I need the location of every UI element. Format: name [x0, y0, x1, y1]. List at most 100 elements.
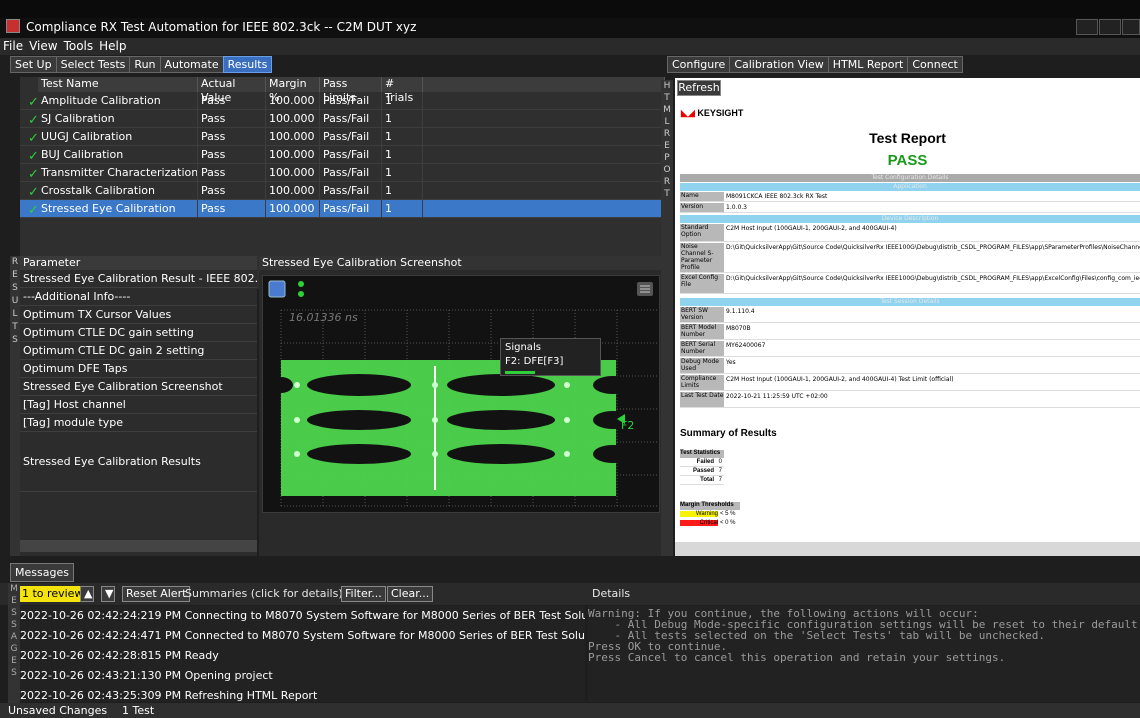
report-value: M8070B: [726, 325, 751, 332]
title-bar: Compliance RX Test Automation for IEEE 8…: [0, 0, 1140, 38]
close-button[interactable]: [1122, 19, 1140, 35]
cell-margin: 100.000: [266, 92, 320, 109]
parameter-item[interactable]: [Tag] module type: [20, 414, 257, 432]
review-badge[interactable]: 1 to review: [20, 586, 86, 602]
cell-limits: Pass/Fail: [320, 92, 382, 109]
tab-connect[interactable]: Connect: [907, 56, 963, 73]
col-actual-value[interactable]: Actual Value: [198, 77, 266, 104]
stat-row: Passed 7: [680, 468, 724, 476]
previous-alert-button[interactable]: ▲: [80, 586, 94, 602]
messages-tab[interactable]: Messages: [10, 563, 74, 582]
next-alert-button[interactable]: ▼: [101, 586, 115, 602]
col-empty: [423, 77, 665, 92]
parameter-item[interactable]: Stressed Eye Calibration Result - IEEE 8…: [20, 270, 257, 288]
main-tabs: Set Up Select Tests Run Automate Results: [10, 56, 273, 73]
report-key: Last Test Date: [680, 392, 724, 407]
cell-name: Transmitter Characterization: [38, 164, 198, 181]
cell-name: Stressed Eye Calibration: [38, 200, 198, 217]
status-bar: Unsaved Changes 1 Test: [0, 703, 1140, 718]
col-pass-limits[interactable]: Pass Limits: [320, 77, 382, 104]
col-margin[interactable]: Margin %: [266, 77, 320, 104]
filter-button[interactable]: Filter...: [341, 586, 386, 602]
message-line[interactable]: 2022-10-26 02:43:21:130 PM Opening proje…: [20, 666, 585, 686]
cell-actual: Pass: [198, 92, 266, 109]
parameter-item[interactable]: Optimum TX Cursor Values: [20, 306, 257, 324]
messages-side-tab[interactable]: MESSAGES: [8, 583, 20, 703]
clear-button[interactable]: Clear...: [387, 586, 434, 602]
cell-margin: 100.000: [266, 200, 320, 217]
parameter-list: Parameter Stressed Eye Calibration Resul…: [20, 256, 257, 556]
tab-select-tests[interactable]: Select Tests: [55, 56, 131, 73]
reset-alert-button[interactable]: Reset Alert: [122, 586, 191, 602]
cell-margin: 100.000: [266, 146, 320, 163]
table-row[interactable]: ✓ SJ Calibration Pass 100.000 Pass/Fail 1: [20, 110, 665, 128]
maximize-button[interactable]: [1099, 19, 1121, 35]
cell-margin: 100.000: [266, 182, 320, 199]
parameter-hscrollbar[interactable]: [20, 540, 257, 552]
signals-title: Signals: [505, 342, 541, 353]
parameter-item[interactable]: ---Additional Info----: [20, 288, 257, 306]
tab-automate[interactable]: Automate: [159, 56, 224, 73]
minimize-button[interactable]: [1076, 19, 1098, 35]
message-line[interactable]: 2022-10-26 02:42:28:815 PM Ready: [20, 646, 585, 666]
results-side-tab[interactable]: RESULTS: [10, 256, 20, 556]
html-report-view: ◣◢ KEYSIGHT Test Report PASS Test Config…: [675, 78, 1140, 556]
message-line[interactable]: 2022-10-26 02:42:24:471 PM Connected to …: [20, 626, 585, 646]
message-line[interactable]: 2022-10-26 02:42:24:219 PM Connecting to…: [20, 606, 585, 626]
scope-menu-icon: [268, 280, 286, 298]
tab-results[interactable]: Results: [222, 56, 273, 73]
tab-html-report[interactable]: HTML Report: [827, 56, 909, 73]
parameter-item[interactable]: [Tag] Host channel: [20, 396, 257, 414]
threshold-key: Warning: [680, 511, 718, 517]
stat-value: 0: [718, 459, 722, 465]
parameter-item[interactable]: Stressed Eye Calibration Screenshot: [20, 378, 257, 396]
report-row: BERT SW Version 9.1.110.4: [680, 307, 1140, 323]
report-hscrollbar[interactable]: [675, 542, 1140, 556]
report-value: D:\Git\QuicksilverApp\Git\Source Code\Qu…: [726, 244, 1140, 251]
table-row[interactable]: ✓ Transmitter Characterization Pass 100.000…: [20, 164, 665, 182]
tab-run[interactable]: Run: [129, 56, 161, 73]
thresholds-title: Margin Thresholds: [680, 502, 740, 510]
section-config: Test Configuration Details: [680, 174, 1140, 182]
col-test-name[interactable]: Test Name: [38, 77, 198, 92]
parameter-item[interactable]: Optimum CTLE DC gain 2 setting: [20, 342, 257, 360]
html-report-side-tab[interactable]: HTML REPORT: [661, 80, 673, 556]
status-dot-icon: [298, 281, 304, 287]
threshold-key: Critical: [680, 520, 718, 526]
table-row[interactable]: ✓ BUJ Calibration Pass 100.000 Pass/Fail 1: [20, 146, 665, 164]
tab-calibration-view[interactable]: Calibration View: [729, 56, 829, 73]
menu-help[interactable]: Help: [96, 38, 129, 55]
menu-view[interactable]: View: [26, 38, 60, 55]
refresh-button[interactable]: Refresh: [677, 80, 721, 96]
marker-label: F2: [621, 419, 635, 432]
section-session: Test Session Details: [680, 298, 1140, 306]
report-row: Noise Channel S-Parameter Profile D:\Git\…: [680, 243, 1140, 273]
table-row[interactable]: ✓ UUGJ Calibration Pass 100.000 Pass/Fail 1: [20, 128, 665, 146]
tab-configure[interactable]: Configure: [667, 56, 731, 73]
table-row[interactable]: ✓ Stressed Eye Calibration Pass 100.000 Pass…: [20, 200, 665, 218]
time-label: 16.01336 ns: [289, 311, 358, 324]
menu-tools[interactable]: Tools: [61, 38, 97, 55]
report-row: Last Test Date 2022-10-21 11:25:59 UTC +0…: [680, 392, 1140, 408]
tab-setup[interactable]: Set Up: [10, 56, 57, 73]
report-row: Name M8091CKCA IEEE 802.3ck RX Test: [680, 192, 1140, 202]
parameter-item[interactable]: Stressed Eye Calibration Results: [20, 432, 257, 492]
report-key: BERT SW Version: [680, 307, 724, 322]
cell-actual: Pass: [198, 200, 266, 217]
stat-key: Failed: [696, 459, 714, 465]
report-title: Test Report: [869, 130, 946, 146]
details-title: Details: [592, 587, 631, 600]
parameter-item[interactable]: Optimum DFE Taps: [20, 360, 257, 378]
table-row[interactable]: ✓ Crosstalk Calibration Pass 100.000 Pass/Fa…: [20, 182, 665, 200]
cell-actual: Pass: [198, 164, 266, 181]
table-row[interactable]: ✓ Amplitude Calibration Pass 100.000 Pass/Fa…: [20, 92, 665, 110]
report-value: C2M Host Input (100GAUI-1, 200GAUI-2, an…: [726, 225, 897, 232]
cell-actual: Pass: [198, 110, 266, 127]
cell-name: SJ Calibration: [38, 110, 198, 127]
col-trials[interactable]: # Trials: [382, 77, 423, 104]
menu-file[interactable]: File: [0, 38, 26, 55]
cell-actual: Pass: [198, 128, 266, 145]
stat-value: 7: [718, 468, 722, 474]
parameter-item[interactable]: Optimum CTLE DC gain setting: [20, 324, 257, 342]
test-count-status: 1 Test: [122, 704, 155, 717]
